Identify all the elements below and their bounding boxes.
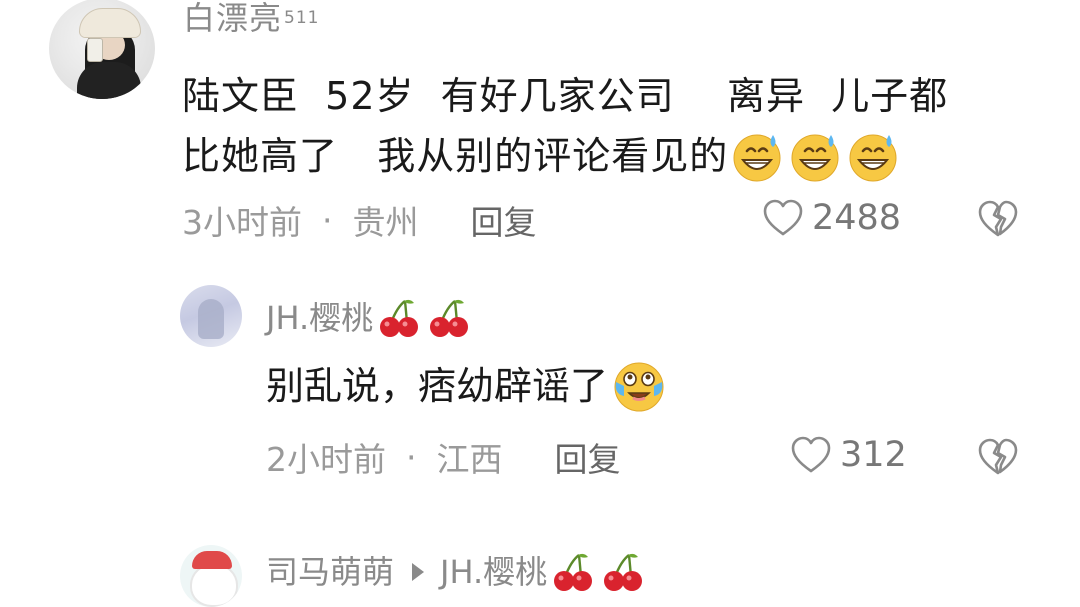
broken-heart-icon[interactable] — [977, 437, 1019, 477]
reply-to-username[interactable]: JH.樱桃 — [440, 552, 547, 592]
reply-button[interactable]: 回复 — [555, 433, 621, 481]
comment-text-line2: 比她高了 我从别的评论看见的 — [182, 134, 729, 178]
avatar[interactable] — [180, 545, 242, 607]
avatar[interactable] — [49, 0, 155, 99]
comment-text-line1: 陆文臣 52岁 有好几家公司 离异 儿子都 — [182, 74, 949, 118]
grinning-sweat-emoji — [733, 134, 781, 182]
like-button[interactable]: 2488 — [762, 198, 901, 238]
meta-separator: · — [322, 200, 333, 240]
level-badge: 511 — [284, 8, 320, 28]
reply-to-arrow-icon — [412, 563, 425, 581]
reply-username[interactable]: 司马萌萌 JH.樱桃 — [266, 551, 645, 593]
grinning-sweat-emoji — [849, 134, 897, 182]
cherry-icon — [554, 553, 593, 591]
crying-laughing-emoji — [614, 362, 664, 412]
avatar[interactable] — [180, 285, 242, 347]
username-text[interactable]: JH.樱桃 — [266, 298, 373, 338]
reply-username[interactable]: JH.樱桃 — [266, 297, 471, 339]
comment-location: 贵州 — [352, 203, 419, 242]
cherry-icon — [380, 299, 419, 337]
cherry-icon — [604, 553, 643, 591]
username-text[interactable]: 白漂亮 — [183, 0, 282, 37]
reply-text-content: 别乱说，痞幼辟谣了 — [266, 364, 609, 408]
reply-location: 江西 — [436, 440, 503, 479]
heart-outline-icon — [791, 436, 831, 473]
reply-meta: 2小时前 · 江西 回复 — [266, 433, 621, 481]
comment-meta: 3小时前 · 贵州 回复 — [182, 196, 537, 244]
comment-text: 陆文臣 52岁 有好几家公司 离异 儿子都 比她高了 我从别的评论看见的 — [182, 66, 1042, 186]
reply-button[interactable]: 回复 — [471, 196, 537, 244]
comment-thread: 白漂亮 511 陆文臣 52岁 有好几家公司 离异 儿子都 比她高了 我从别的评论… — [0, 0, 1080, 607]
comment-username[interactable]: 白漂亮 511 — [183, 0, 319, 36]
like-count: 312 — [840, 435, 907, 475]
comment-time: 3小时前 — [182, 203, 302, 242]
comment-text-line2-row: 比她高了 我从别的评论看见的 — [182, 126, 1042, 186]
meta-separator: · — [406, 437, 417, 477]
reply-text: 别乱说，痞幼辟谣了 — [266, 358, 668, 414]
like-button[interactable]: 312 — [790, 435, 907, 475]
broken-heart-icon[interactable] — [977, 199, 1019, 239]
reply-time: 2小时前 — [266, 440, 386, 479]
grinning-sweat-emoji — [791, 134, 839, 182]
heart-outline-icon — [763, 199, 803, 236]
cherry-icon — [430, 299, 469, 337]
like-count: 2488 — [812, 198, 902, 238]
username-text[interactable]: 司马萌萌 — [266, 552, 394, 592]
